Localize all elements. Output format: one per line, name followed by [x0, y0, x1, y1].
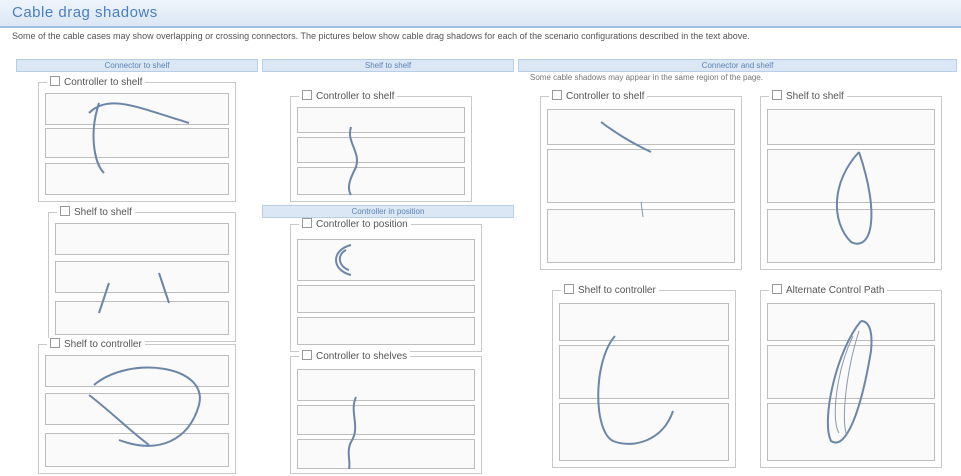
module-panel	[767, 345, 935, 399]
checkbox[interactable]	[50, 76, 60, 86]
module-panel	[297, 439, 475, 469]
module-panel	[297, 317, 475, 345]
module-panel	[767, 209, 935, 263]
card-1: Controller to shelf	[38, 76, 236, 202]
checkbox[interactable]	[552, 90, 562, 100]
checkbox[interactable]	[302, 350, 312, 360]
card-2: Shelf to shelf	[48, 206, 236, 342]
card-label: Controller to shelf	[566, 91, 645, 102]
checkbox[interactable]	[302, 218, 312, 228]
module-panel	[547, 209, 735, 263]
card-label: Shelf to controller	[578, 285, 656, 296]
card-label: Controller to shelf	[316, 91, 395, 102]
module-panel	[297, 285, 475, 313]
module-panel	[55, 261, 229, 293]
column-heading-2: Shelf to shelf	[262, 59, 514, 72]
column-note-3: Some cable shadows may appear in the sam…	[530, 73, 764, 82]
module-panel	[767, 149, 935, 203]
card-6: Controller to shelves	[290, 350, 482, 474]
card-label: Shelf to shelf	[786, 91, 844, 102]
card-9: Shelf to controller	[552, 284, 736, 468]
column-heading-3: Connector and shelf	[518, 59, 957, 72]
module-panel	[45, 433, 229, 467]
card-label: Alternate Control Path	[786, 285, 885, 296]
checkbox[interactable]	[564, 284, 574, 294]
module-panel	[767, 403, 935, 461]
checkbox[interactable]	[772, 284, 782, 294]
module-panel	[297, 137, 465, 163]
module-panel	[559, 345, 729, 399]
intro-text: Some of the cable cases may show overlap…	[12, 31, 750, 41]
module-panel	[767, 109, 935, 145]
module-panel	[297, 167, 465, 195]
checkbox[interactable]	[772, 90, 782, 100]
module-panel	[45, 163, 229, 195]
module-panel	[559, 303, 729, 341]
module-panel	[45, 128, 229, 158]
checkbox[interactable]	[50, 338, 60, 348]
sub-heading: Controller in position	[262, 205, 514, 218]
card-8: Shelf to shelf	[760, 90, 942, 270]
checkbox[interactable]	[60, 206, 70, 216]
module-panel	[45, 355, 229, 387]
module-panel	[547, 149, 735, 203]
module-panel	[55, 301, 229, 335]
module-panel	[297, 369, 475, 401]
module-panel	[45, 393, 229, 425]
card-label: Shelf to shelf	[74, 207, 132, 218]
module-panel	[297, 239, 475, 281]
checkbox[interactable]	[302, 90, 312, 100]
card-10: Alternate Control Path	[760, 284, 942, 468]
card-label: Controller to shelf	[64, 77, 143, 88]
module-panel	[767, 303, 935, 341]
module-panel	[547, 109, 735, 145]
module-panel	[559, 403, 729, 461]
card-label: Shelf to controller	[64, 339, 142, 350]
page-title: Cable drag shadows	[12, 4, 158, 21]
card-7: Controller to shelf	[540, 90, 742, 270]
card-label: Controller to position	[316, 219, 408, 230]
card-4: Controller to shelf	[290, 90, 472, 202]
module-panel	[45, 93, 229, 125]
title-bar: Cable drag shadows	[0, 0, 961, 28]
card-label: Controller to shelves	[316, 351, 408, 362]
module-panel	[55, 223, 229, 255]
card-3: Shelf to controller	[38, 338, 236, 474]
module-panel	[297, 405, 475, 435]
card-5: Controller to position	[290, 218, 482, 352]
module-panel	[297, 107, 465, 133]
column-heading-1: Connector to shelf	[16, 59, 258, 72]
